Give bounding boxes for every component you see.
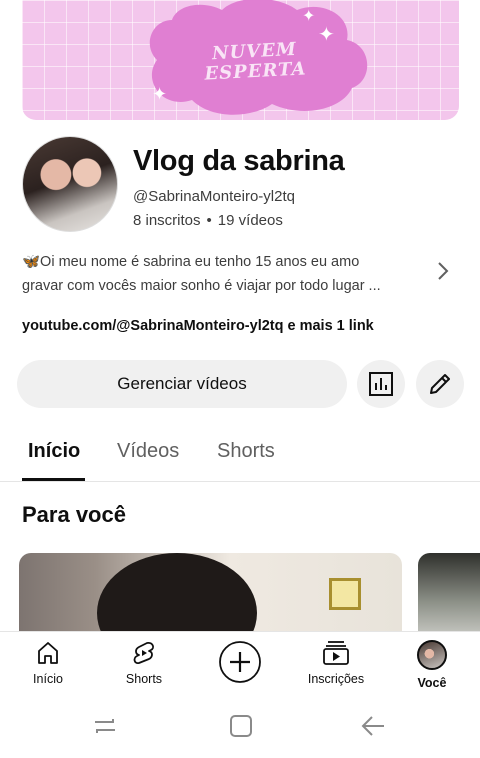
home-square-icon[interactable]	[228, 713, 254, 739]
video-thumbnail[interactable]	[418, 553, 480, 633]
tab-inicio[interactable]: Início	[28, 440, 80, 463]
channel-avatar[interactable]	[22, 136, 118, 232]
analytics-button[interactable]	[357, 360, 405, 408]
active-tab-indicator	[22, 478, 85, 481]
channel-title: Vlog da sabrina	[133, 145, 345, 177]
thumbnail-wall-picture	[329, 578, 361, 610]
description-line1: 🦋Oi meu nome é sabrina eu tenho 15 anos …	[22, 254, 360, 270]
channel-banner: NUVEM ESPERTA ✦ ✦ ✦	[22, 0, 459, 120]
sparkle-icon: ✦	[152, 84, 168, 104]
create-plus-icon	[219, 641, 261, 683]
sparkle-icon: ✦	[302, 8, 316, 25]
channel-tabs: Início Vídeos Shorts	[0, 430, 480, 482]
nav-home[interactable]: Início	[8, 640, 88, 686]
nav-shorts-label: Shorts	[125, 672, 163, 686]
channel-stats: 8 inscritos • 19 vídeos	[133, 212, 283, 229]
nav-you-label: Você	[417, 676, 447, 690]
nav-you[interactable]: Você	[392, 640, 472, 690]
bar-chart-icon	[369, 372, 393, 396]
profile-avatar-icon	[417, 640, 447, 670]
thumbnail-subject	[97, 553, 257, 633]
nav-home-label: Início	[33, 672, 63, 686]
pencil-icon	[430, 374, 450, 394]
back-arrow-icon[interactable]	[360, 713, 386, 739]
description-line2: gravar com vocês maior sonho é viajar po…	[22, 278, 381, 294]
nav-shorts[interactable]: Shorts	[104, 640, 184, 686]
create-button[interactable]	[218, 640, 262, 684]
stats-separator: •	[206, 212, 212, 229]
channel-links[interactable]: youtube.com/@SabrinaMonteiro-yl2tq e mai…	[22, 318, 374, 334]
video-thumbnail[interactable]	[19, 553, 402, 633]
nav-subscriptions[interactable]: Inscrições	[296, 640, 376, 686]
shorts-icon	[133, 642, 154, 664]
nav-subscriptions-label: Inscrições	[307, 672, 365, 686]
edit-channel-button[interactable]	[416, 360, 464, 408]
chevron-right-icon[interactable]	[432, 260, 454, 282]
subscriber-count: 8 inscritos	[133, 212, 201, 229]
sparkle-icon: ✦	[318, 24, 335, 46]
system-navigation-bar	[0, 697, 480, 758]
subscriptions-icon	[323, 641, 349, 665]
home-icon	[38, 642, 58, 664]
tab-videos[interactable]: Vídeos	[117, 440, 179, 463]
recents-icon[interactable]	[92, 713, 118, 739]
video-count: 19 vídeos	[217, 212, 283, 229]
section-title: Para você	[22, 502, 126, 527]
channel-description[interactable]: 🦋Oi meu nome é sabrina eu tenho 15 anos …	[22, 250, 417, 298]
manage-videos-button[interactable]: Gerenciar vídeos	[17, 360, 347, 408]
bottom-navigation: Início Shorts Inscrições Você	[0, 631, 480, 697]
tab-shorts[interactable]: Shorts	[217, 440, 275, 463]
channel-handle: @SabrinaMonteiro-yl2tq	[133, 188, 295, 205]
banner-text: NUVEM ESPERTA	[184, 38, 326, 85]
